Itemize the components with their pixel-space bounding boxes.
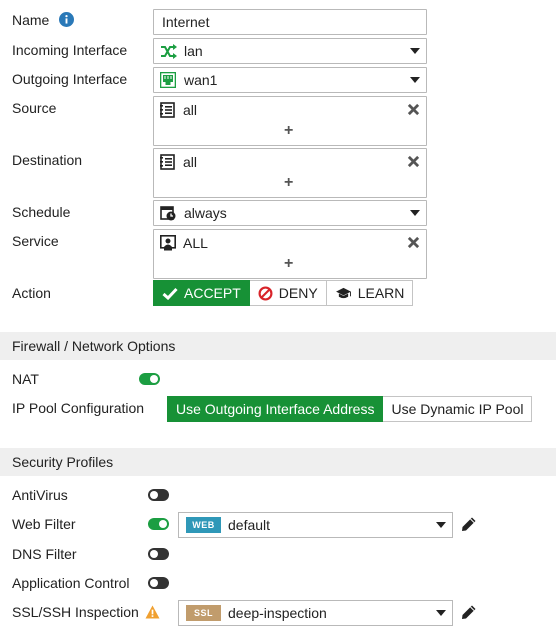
- shuffle-icon: [159, 42, 177, 60]
- source-entry[interactable]: all: [159, 101, 197, 119]
- learn-button[interactable]: LEARN: [326, 280, 414, 306]
- ssl-ssh-inspection-label: SSL/SSH Inspection: [12, 604, 139, 620]
- destination-field[interactable]: all +: [153, 148, 427, 198]
- dns-filter-toggle[interactable]: [148, 548, 169, 560]
- service-label: Service: [12, 233, 59, 249]
- chevron-down-icon: [436, 522, 446, 528]
- schedule-select[interactable]: always: [153, 200, 427, 226]
- web-filter-profile-select[interactable]: WEB default: [178, 512, 453, 538]
- web-badge: WEB: [186, 517, 221, 533]
- port-icon: [159, 71, 177, 89]
- web-filter-label: Web Filter: [12, 516, 76, 532]
- action-label: Action: [12, 285, 51, 301]
- application-control-toggle[interactable]: [148, 577, 169, 589]
- antivirus-label: AntiVirus: [12, 487, 68, 503]
- add-entry-button[interactable]: +: [284, 256, 293, 272]
- name-value: Internet: [162, 14, 210, 30]
- firewall-network-options-header: Firewall / Network Options: [0, 332, 556, 360]
- address-book-icon: [159, 101, 177, 119]
- action-button-group: ACCEPT DENY LEARN: [153, 280, 414, 306]
- graduation-cap-icon: [335, 287, 352, 300]
- ssl-badge: SSL: [186, 605, 221, 621]
- remove-icon[interactable]: [407, 103, 420, 116]
- outgoing-interface-label: Outgoing Interface: [12, 71, 128, 87]
- chevron-down-icon: [436, 610, 446, 616]
- add-entry-button[interactable]: +: [284, 123, 293, 139]
- nat-label: NAT: [12, 371, 39, 387]
- ssl-inspection-profile-value: deep-inspection: [228, 605, 327, 621]
- service-entry[interactable]: ALL: [159, 234, 208, 252]
- incoming-interface-select[interactable]: lan: [153, 38, 427, 64]
- edit-pencil-icon[interactable]: [461, 604, 477, 620]
- source-field[interactable]: all +: [153, 96, 427, 146]
- web-filter-toggle[interactable]: [148, 518, 169, 530]
- incoming-interface-value: lan: [184, 43, 203, 59]
- nat-toggle[interactable]: [139, 373, 160, 385]
- warning-icon: [145, 605, 160, 619]
- service-icon: [159, 234, 177, 252]
- destination-label: Destination: [12, 152, 83, 168]
- use-dynamic-ip-pool-button[interactable]: Use Dynamic IP Pool: [383, 396, 533, 422]
- checkmark-icon: [162, 287, 178, 300]
- chevron-down-icon: [410, 210, 420, 216]
- use-outgoing-interface-button[interactable]: Use Outgoing Interface Address: [167, 396, 384, 422]
- ip-pool-button-group: Use Outgoing Interface Address Use Dynam…: [167, 396, 533, 422]
- schedule-icon: [159, 204, 177, 222]
- info-icon[interactable]: [59, 12, 74, 27]
- application-control-label: Application Control: [12, 575, 130, 591]
- service-field[interactable]: ALL +: [153, 229, 427, 279]
- chevron-down-icon: [410, 77, 420, 83]
- chevron-down-icon: [410, 48, 420, 54]
- block-icon: [258, 286, 273, 301]
- incoming-interface-label: Incoming Interface: [12, 42, 128, 58]
- name-input[interactable]: Internet: [153, 9, 427, 35]
- web-filter-profile-value: default: [228, 517, 271, 533]
- schedule-label: Schedule: [12, 204, 71, 220]
- outgoing-interface-value: wan1: [184, 72, 218, 88]
- security-profiles-header: Security Profiles: [0, 448, 556, 476]
- remove-icon[interactable]: [407, 155, 420, 168]
- address-book-icon: [159, 153, 177, 171]
- outgoing-interface-select[interactable]: wan1: [153, 67, 427, 93]
- edit-pencil-icon[interactable]: [461, 516, 477, 532]
- antivirus-toggle[interactable]: [148, 489, 169, 501]
- deny-button[interactable]: DENY: [249, 280, 327, 306]
- ip-pool-label: IP Pool Configuration: [12, 400, 145, 416]
- add-entry-button[interactable]: +: [284, 175, 293, 191]
- dns-filter-label: DNS Filter: [12, 546, 77, 562]
- source-label: Source: [12, 100, 57, 116]
- accept-button[interactable]: ACCEPT: [153, 280, 250, 306]
- remove-icon[interactable]: [407, 236, 420, 249]
- schedule-value: always: [184, 205, 227, 221]
- name-label: Name: [12, 12, 50, 28]
- ssl-inspection-profile-select[interactable]: SSL deep-inspection: [178, 600, 453, 626]
- destination-entry[interactable]: all: [159, 153, 197, 171]
